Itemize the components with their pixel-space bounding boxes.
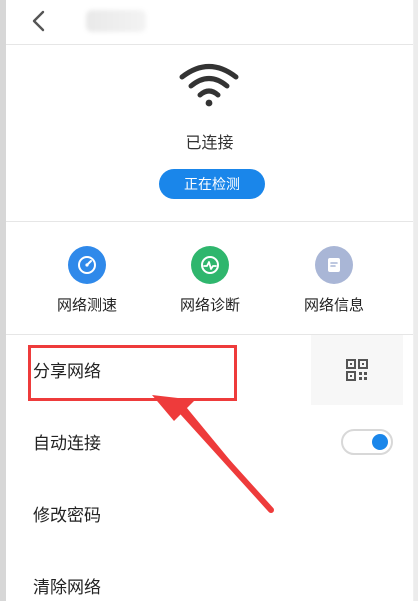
row-forget-network-label: 清除网络 <box>33 578 101 598</box>
document-icon <box>315 246 353 284</box>
heartbeat-icon <box>191 246 229 284</box>
right-edge <box>414 0 418 601</box>
qr-code-button[interactable] <box>311 335 403 405</box>
action-diagnosis-label: 网络诊断 <box>179 296 240 314</box>
action-network-info[interactable]: 网络信息 <box>279 246 389 315</box>
action-speed-test[interactable]: 网络测速 <box>32 246 142 315</box>
auto-connect-toggle[interactable] <box>341 429 393 455</box>
header-bar <box>6 0 413 45</box>
blurred-network-name <box>86 10 146 32</box>
row-auto-connect[interactable]: 自动连接 <box>6 407 413 480</box>
quick-actions: 网络测速 网络诊断 网络信息 <box>6 222 413 335</box>
action-network-info-label: 网络信息 <box>303 296 364 314</box>
action-speed-test-label: 网络测速 <box>56 296 117 314</box>
chevron-left-icon <box>32 10 45 32</box>
speedometer-icon <box>68 246 106 284</box>
detecting-button[interactable]: 正在检测 <box>159 169 265 199</box>
back-button[interactable] <box>26 8 52 34</box>
connection-status-card: 已连接 正在检测 <box>6 45 413 222</box>
connection-status-text: 已连接 <box>185 133 234 152</box>
wifi-icon <box>179 64 239 107</box>
qr-code-icon <box>346 359 368 381</box>
action-diagnosis[interactable]: 网络诊断 <box>155 246 265 315</box>
phone-screen: 已连接 正在检测 网络测速 网络诊断 网络信息 分享网络 自动连接 修改密码 清… <box>6 0 413 601</box>
row-forget-network[interactable]: 清除网络 <box>6 551 413 601</box>
toggle-knob <box>372 434 388 450</box>
row-change-password-label: 修改密码 <box>33 506 101 526</box>
row-auto-connect-label: 自动连接 <box>33 434 101 454</box>
annotation-highlight-box <box>28 345 237 401</box>
row-change-password[interactable]: 修改密码 <box>6 479 413 552</box>
